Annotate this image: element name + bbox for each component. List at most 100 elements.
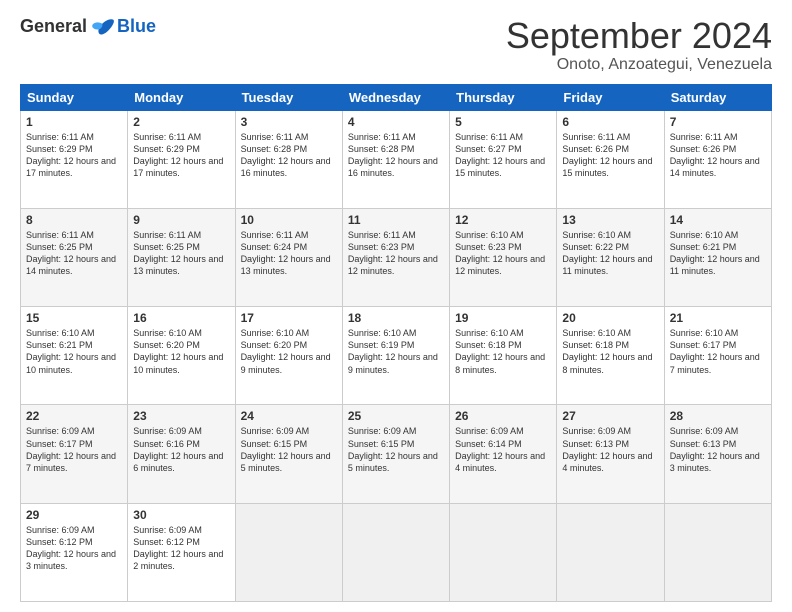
- table-row: 25 Sunrise: 6:09 AMSunset: 6:15 PMDaylig…: [342, 405, 449, 503]
- day-number: 7: [670, 115, 766, 129]
- day-number: 8: [26, 213, 122, 227]
- day-info: Sunrise: 6:11 AMSunset: 6:26 PMDaylight:…: [562, 132, 652, 178]
- day-number: 1: [26, 115, 122, 129]
- col-wednesday: Wednesday: [342, 84, 449, 110]
- day-number: 19: [455, 311, 551, 325]
- day-info: Sunrise: 6:10 AMSunset: 6:20 PMDaylight:…: [133, 328, 223, 374]
- table-row: 10 Sunrise: 6:11 AMSunset: 6:24 PMDaylig…: [235, 208, 342, 306]
- table-row: 30 Sunrise: 6:09 AMSunset: 6:12 PMDaylig…: [128, 503, 235, 601]
- calendar-table: Sunday Monday Tuesday Wednesday Thursday…: [20, 84, 772, 602]
- table-row: [664, 503, 771, 601]
- day-number: 22: [26, 409, 122, 423]
- day-number: 28: [670, 409, 766, 423]
- day-number: 20: [562, 311, 658, 325]
- table-row: [235, 503, 342, 601]
- table-row: 18 Sunrise: 6:10 AMSunset: 6:19 PMDaylig…: [342, 307, 449, 405]
- table-row: 6 Sunrise: 6:11 AMSunset: 6:26 PMDayligh…: [557, 110, 664, 208]
- col-friday: Friday: [557, 84, 664, 110]
- day-info: Sunrise: 6:09 AMSunset: 6:13 PMDaylight:…: [670, 426, 760, 472]
- day-info: Sunrise: 6:09 AMSunset: 6:15 PMDaylight:…: [241, 426, 331, 472]
- col-saturday: Saturday: [664, 84, 771, 110]
- day-number: 21: [670, 311, 766, 325]
- day-number: 25: [348, 409, 444, 423]
- table-row: 7 Sunrise: 6:11 AMSunset: 6:26 PMDayligh…: [664, 110, 771, 208]
- day-number: 12: [455, 213, 551, 227]
- calendar-week-row: 22 Sunrise: 6:09 AMSunset: 6:17 PMDaylig…: [21, 405, 772, 503]
- day-number: 26: [455, 409, 551, 423]
- day-info: Sunrise: 6:09 AMSunset: 6:12 PMDaylight:…: [26, 525, 116, 571]
- day-number: 3: [241, 115, 337, 129]
- table-row: 20 Sunrise: 6:10 AMSunset: 6:18 PMDaylig…: [557, 307, 664, 405]
- day-number: 4: [348, 115, 444, 129]
- day-info: Sunrise: 6:10 AMSunset: 6:18 PMDaylight:…: [562, 328, 652, 374]
- page: General Blue September 2024 Onoto, Anzoa…: [0, 0, 792, 612]
- table-row: 8 Sunrise: 6:11 AMSunset: 6:25 PMDayligh…: [21, 208, 128, 306]
- logo-bird-icon: [91, 17, 115, 37]
- table-row: 19 Sunrise: 6:10 AMSunset: 6:18 PMDaylig…: [450, 307, 557, 405]
- col-tuesday: Tuesday: [235, 84, 342, 110]
- day-number: 5: [455, 115, 551, 129]
- day-number: 13: [562, 213, 658, 227]
- table-row: 5 Sunrise: 6:11 AMSunset: 6:27 PMDayligh…: [450, 110, 557, 208]
- table-row: 1 Sunrise: 6:11 AMSunset: 6:29 PMDayligh…: [21, 110, 128, 208]
- day-number: 15: [26, 311, 122, 325]
- day-number: 27: [562, 409, 658, 423]
- day-number: 14: [670, 213, 766, 227]
- day-number: 9: [133, 213, 229, 227]
- table-row: 12 Sunrise: 6:10 AMSunset: 6:23 PMDaylig…: [450, 208, 557, 306]
- day-info: Sunrise: 6:10 AMSunset: 6:22 PMDaylight:…: [562, 230, 652, 276]
- table-row: 16 Sunrise: 6:10 AMSunset: 6:20 PMDaylig…: [128, 307, 235, 405]
- table-row: 27 Sunrise: 6:09 AMSunset: 6:13 PMDaylig…: [557, 405, 664, 503]
- day-info: Sunrise: 6:09 AMSunset: 6:16 PMDaylight:…: [133, 426, 223, 472]
- col-sunday: Sunday: [21, 84, 128, 110]
- header: General Blue September 2024 Onoto, Anzoa…: [20, 16, 772, 74]
- table-row: 3 Sunrise: 6:11 AMSunset: 6:28 PMDayligh…: [235, 110, 342, 208]
- table-row: 13 Sunrise: 6:10 AMSunset: 6:22 PMDaylig…: [557, 208, 664, 306]
- table-row: 14 Sunrise: 6:10 AMSunset: 6:21 PMDaylig…: [664, 208, 771, 306]
- day-info: Sunrise: 6:11 AMSunset: 6:29 PMDaylight:…: [133, 132, 223, 178]
- day-info: Sunrise: 6:11 AMSunset: 6:28 PMDaylight:…: [241, 132, 331, 178]
- day-number: 2: [133, 115, 229, 129]
- day-info: Sunrise: 6:10 AMSunset: 6:19 PMDaylight:…: [348, 328, 438, 374]
- table-row: 11 Sunrise: 6:11 AMSunset: 6:23 PMDaylig…: [342, 208, 449, 306]
- table-row: 17 Sunrise: 6:10 AMSunset: 6:20 PMDaylig…: [235, 307, 342, 405]
- day-info: Sunrise: 6:10 AMSunset: 6:17 PMDaylight:…: [670, 328, 760, 374]
- table-row: 28 Sunrise: 6:09 AMSunset: 6:13 PMDaylig…: [664, 405, 771, 503]
- col-thursday: Thursday: [450, 84, 557, 110]
- day-number: 6: [562, 115, 658, 129]
- calendar-header-row: Sunday Monday Tuesday Wednesday Thursday…: [21, 84, 772, 110]
- calendar-week-row: 8 Sunrise: 6:11 AMSunset: 6:25 PMDayligh…: [21, 208, 772, 306]
- day-number: 29: [26, 508, 122, 522]
- day-info: Sunrise: 6:11 AMSunset: 6:29 PMDaylight:…: [26, 132, 116, 178]
- day-info: Sunrise: 6:09 AMSunset: 6:12 PMDaylight:…: [133, 525, 223, 571]
- table-row: [342, 503, 449, 601]
- day-number: 24: [241, 409, 337, 423]
- day-number: 30: [133, 508, 229, 522]
- calendar-week-row: 29 Sunrise: 6:09 AMSunset: 6:12 PMDaylig…: [21, 503, 772, 601]
- day-info: Sunrise: 6:09 AMSunset: 6:15 PMDaylight:…: [348, 426, 438, 472]
- table-row: 21 Sunrise: 6:10 AMSunset: 6:17 PMDaylig…: [664, 307, 771, 405]
- day-info: Sunrise: 6:09 AMSunset: 6:13 PMDaylight:…: [562, 426, 652, 472]
- day-info: Sunrise: 6:09 AMSunset: 6:14 PMDaylight:…: [455, 426, 545, 472]
- day-info: Sunrise: 6:11 AMSunset: 6:26 PMDaylight:…: [670, 132, 760, 178]
- day-info: Sunrise: 6:11 AMSunset: 6:24 PMDaylight:…: [241, 230, 331, 276]
- day-number: 17: [241, 311, 337, 325]
- table-row: 23 Sunrise: 6:09 AMSunset: 6:16 PMDaylig…: [128, 405, 235, 503]
- day-number: 23: [133, 409, 229, 423]
- calendar-week-row: 15 Sunrise: 6:10 AMSunset: 6:21 PMDaylig…: [21, 307, 772, 405]
- table-row: 29 Sunrise: 6:09 AMSunset: 6:12 PMDaylig…: [21, 503, 128, 601]
- table-row: 15 Sunrise: 6:10 AMSunset: 6:21 PMDaylig…: [21, 307, 128, 405]
- col-monday: Monday: [128, 84, 235, 110]
- day-info: Sunrise: 6:11 AMSunset: 6:23 PMDaylight:…: [348, 230, 438, 276]
- table-row: 2 Sunrise: 6:11 AMSunset: 6:29 PMDayligh…: [128, 110, 235, 208]
- day-info: Sunrise: 6:11 AMSunset: 6:25 PMDaylight:…: [133, 230, 223, 276]
- calendar-week-row: 1 Sunrise: 6:11 AMSunset: 6:29 PMDayligh…: [21, 110, 772, 208]
- table-row: 9 Sunrise: 6:11 AMSunset: 6:25 PMDayligh…: [128, 208, 235, 306]
- table-row: [450, 503, 557, 601]
- location-title: Onoto, Anzoategui, Venezuela: [506, 56, 772, 74]
- day-info: Sunrise: 6:11 AMSunset: 6:25 PMDaylight:…: [26, 230, 116, 276]
- day-info: Sunrise: 6:10 AMSunset: 6:21 PMDaylight:…: [26, 328, 116, 374]
- day-info: Sunrise: 6:10 AMSunset: 6:18 PMDaylight:…: [455, 328, 545, 374]
- logo-blue-text: Blue: [117, 16, 156, 37]
- table-row: 24 Sunrise: 6:09 AMSunset: 6:15 PMDaylig…: [235, 405, 342, 503]
